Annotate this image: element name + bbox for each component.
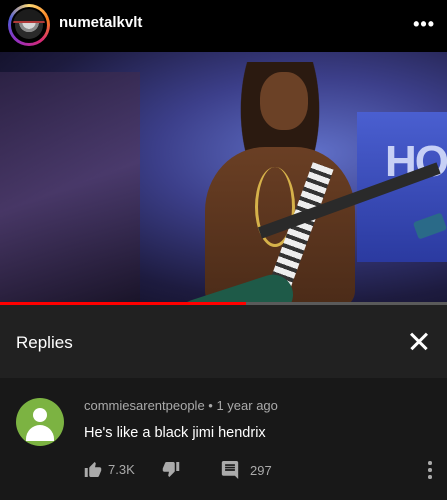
thumbs-down-icon	[162, 462, 180, 477]
thumbs-up-icon	[84, 462, 102, 477]
username[interactable]: numetalkvlt	[59, 14, 142, 31]
commenter-avatar[interactable]	[16, 398, 64, 446]
performer-head	[260, 72, 308, 130]
close-icon[interactable]	[405, 327, 433, 355]
comment-options-icon[interactable]	[427, 461, 433, 481]
reply-button[interactable]: 297	[220, 461, 272, 479]
video-player[interactable]: HO	[0, 52, 447, 304]
kebab-dot	[428, 475, 432, 479]
comment-item: commiesarentpeople • 1 year ago He's lik…	[0, 378, 447, 500]
replies-title: Replies	[16, 333, 73, 352]
avatar-shoulders-shape	[26, 425, 54, 441]
more-dots-icon[interactable]: •••	[413, 14, 435, 35]
kebab-dot	[428, 468, 432, 472]
avatar-hood	[13, 9, 45, 23]
replies-panel-header: Replies	[0, 305, 447, 378]
instagram-post-header: numetalkvlt •••	[0, 0, 447, 52]
stage-background	[0, 72, 140, 302]
profile-avatar[interactable]	[8, 4, 50, 46]
reply-count: 297	[250, 462, 272, 478]
dislike-button[interactable]	[162, 461, 180, 478]
kebab-dot	[428, 461, 432, 465]
comment-icon	[221, 461, 239, 479]
like-button[interactable]: 7.3K	[84, 461, 135, 478]
avatar-image	[11, 7, 47, 43]
avatar-head-shape	[33, 408, 47, 422]
comment-text: He's like a black jimi hendrix	[84, 425, 266, 441]
like-count: 7.3K	[108, 462, 135, 477]
comment-meta: commiesarentpeople • 1 year ago	[84, 398, 278, 413]
